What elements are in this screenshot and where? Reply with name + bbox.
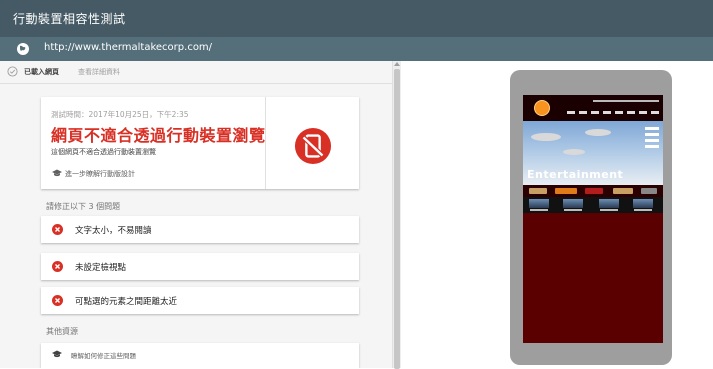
site-thumbnails	[523, 197, 663, 213]
issue-item[interactable]: 未設定檢視點	[41, 253, 359, 280]
thumbnail-caption	[634, 209, 652, 211]
card-divider	[265, 97, 266, 189]
issue-item[interactable]: 可點選的元素之間距離太近	[41, 287, 359, 314]
site-header	[523, 95, 663, 121]
hero-title: Entertainment	[527, 168, 624, 181]
scroll-thumb[interactable]	[394, 69, 400, 369]
device-preview: Entertainment	[510, 70, 672, 365]
results-scrollbar[interactable]	[392, 61, 401, 369]
site-thumbnail	[563, 199, 583, 208]
view-details-link[interactable]: 查看詳細資料	[78, 67, 120, 77]
site-thumbnail	[529, 199, 549, 208]
loaded-label: 已載入網頁	[24, 68, 59, 76]
error-icon	[52, 224, 63, 235]
error-icon	[52, 261, 63, 272]
globe-icon	[17, 43, 29, 55]
hero-menu-chip	[645, 145, 659, 148]
issues-heading: 請修正以下 3 個問題	[46, 202, 121, 211]
page-title: 行動裝置相容性測試	[13, 12, 126, 26]
scroll-up-arrow-icon[interactable]	[394, 62, 400, 66]
site-top-links	[593, 100, 659, 102]
site-thumbnail	[633, 199, 653, 208]
site-thumbnail	[599, 199, 619, 208]
graduation-cap-icon	[52, 169, 62, 177]
hero-saucer	[585, 129, 611, 136]
results-panel: 已載入網頁 查看詳細資料 測試時間：2017年10月25日，下午2:35 網頁不…	[0, 61, 392, 368]
hero-saucer	[531, 133, 561, 141]
site-logo	[534, 100, 550, 116]
site-hero: Entertainment	[523, 121, 663, 185]
brand-chip	[641, 188, 657, 194]
thumbnail-caption	[564, 209, 582, 211]
result-description: 這個網頁不適合透過行動裝置瀏覽	[51, 148, 156, 156]
graduation-cap-icon	[52, 350, 62, 358]
hero-saucer	[563, 149, 585, 155]
site-nav	[567, 111, 659, 114]
hero-menu-chip	[645, 139, 659, 142]
resource-item[interactable]: 瞭解如何修正這些問題	[41, 343, 359, 368]
brand-chip	[529, 188, 547, 194]
brand-chip	[585, 188, 603, 194]
tested-url[interactable]: http://www.thermaltakecorp.com/	[44, 42, 212, 53]
result-card: 測試時間：2017年10月25日，下午2:35 網頁不適合透過行動裝置瀏覽 這個…	[41, 97, 359, 189]
error-icon	[52, 295, 63, 306]
hero-menu-chip	[645, 133, 659, 136]
thumbnail-caption	[530, 209, 548, 211]
issue-label: 可點選的元素之間距離太近	[75, 297, 178, 307]
issue-label: 文字太小，不易閱讀	[75, 226, 152, 236]
result-headline: 網頁不適合透過行動裝置瀏覽	[51, 126, 266, 145]
issue-label: 未設定檢視點	[75, 263, 127, 273]
issue-item[interactable]: 文字太小，不易閱讀	[41, 216, 359, 243]
check-circle-icon	[7, 66, 18, 77]
thumbnail-caption	[600, 209, 618, 211]
site-brand-band	[523, 185, 663, 197]
url-bar: http://www.thermaltakecorp.com/	[0, 37, 713, 61]
brand-chip	[555, 188, 577, 194]
page-screenshot: Entertainment	[523, 95, 663, 343]
test-time: 測試時間：2017年10月25日，下午2:35	[51, 110, 189, 119]
learn-more-link[interactable]: 進一步瞭解行動版設計	[65, 169, 135, 179]
hero-menu-chip	[645, 127, 659, 130]
brand-chip	[613, 188, 633, 194]
not-mobile-friendly-icon	[294, 127, 332, 165]
resource-label: 瞭解如何修正這些問題	[71, 352, 136, 360]
load-status-bar: 已載入網頁 查看詳細資料	[0, 61, 392, 84]
title-bar: 行動裝置相容性測試	[0, 0, 713, 37]
resources-heading: 其他資源	[46, 327, 78, 336]
